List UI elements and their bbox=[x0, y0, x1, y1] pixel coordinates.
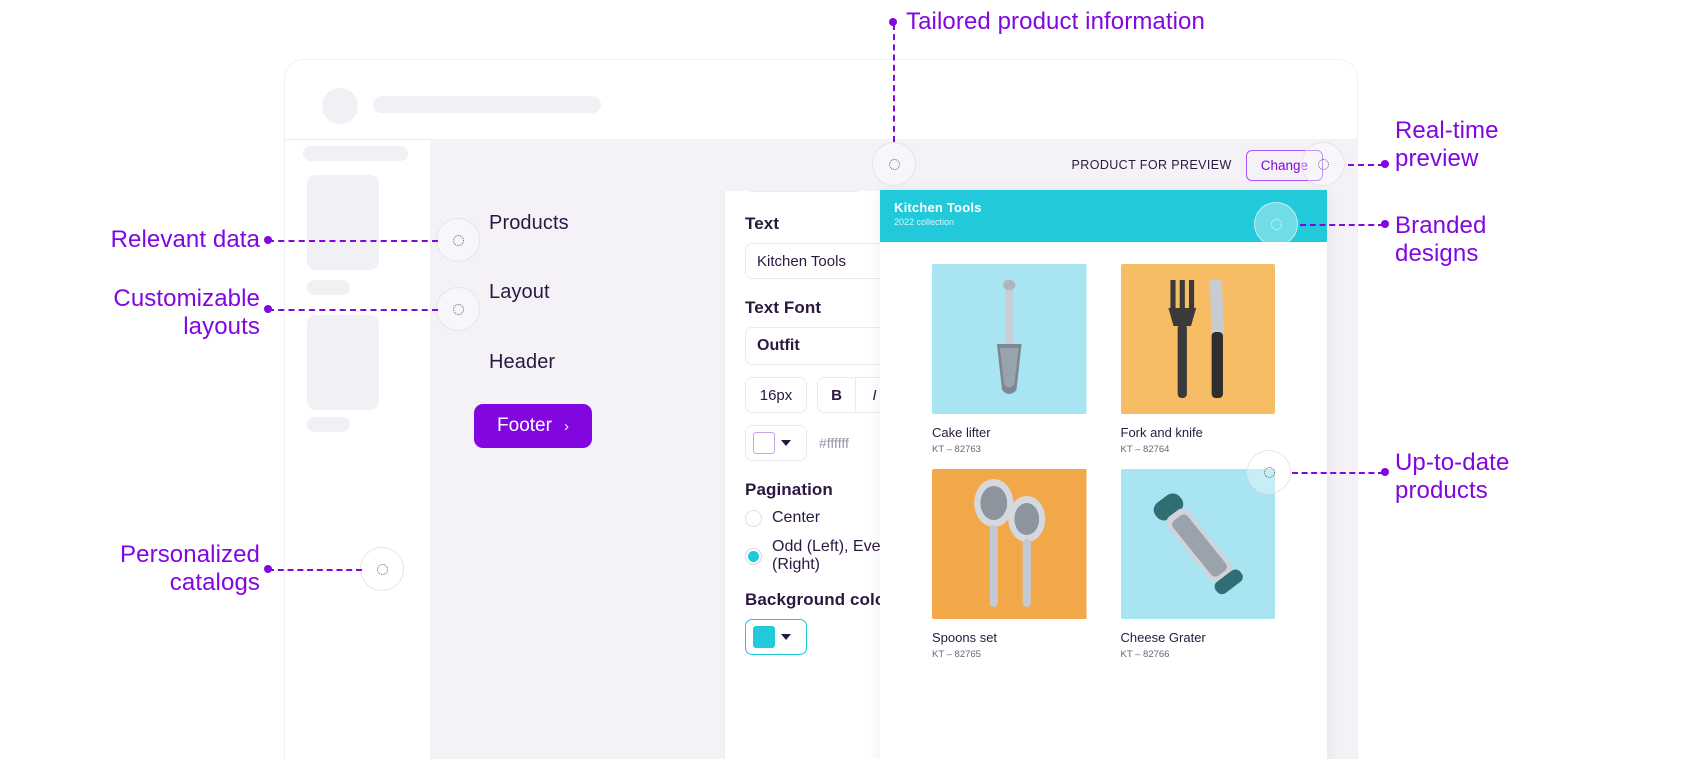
annotation-tailored-product-information: Tailored product information bbox=[906, 8, 1205, 35]
product-card[interactable]: Cheese Grater KT – 82766 bbox=[1120, 469, 1275, 660]
product-image-spoons-set bbox=[932, 469, 1087, 619]
connector-line-branded bbox=[1300, 224, 1384, 226]
annotation-customizable-layouts: Customizable layouts bbox=[113, 285, 260, 341]
font-select-value: Outfit bbox=[757, 337, 800, 354]
rail-placeholder-4 bbox=[307, 315, 379, 410]
left-rail bbox=[285, 140, 431, 759]
background-color-picker[interactable] bbox=[745, 619, 807, 655]
connector-dot-relevant bbox=[264, 236, 272, 244]
product-for-preview-label: PRODUCT FOR PREVIEW bbox=[1071, 158, 1232, 172]
avatar bbox=[322, 88, 358, 124]
product-image-cake-lifter bbox=[932, 264, 1087, 414]
nav-item-products[interactable]: Products bbox=[489, 212, 569, 235]
rail-placeholder-1 bbox=[303, 146, 408, 161]
hotspot-personalized-catalogs[interactable] bbox=[360, 547, 404, 591]
color-swatch bbox=[753, 432, 775, 454]
rail-placeholder-3 bbox=[307, 280, 350, 295]
radio-selected-icon bbox=[745, 547, 762, 565]
connector-line-uptodate bbox=[1292, 472, 1384, 474]
italic-icon: I bbox=[872, 386, 877, 404]
chevron-down-icon bbox=[781, 634, 791, 640]
chevron-right-icon: › bbox=[563, 417, 569, 435]
chevron-down-icon bbox=[781, 440, 791, 446]
connector-line-relevant bbox=[268, 240, 438, 242]
rail-placeholder-5 bbox=[307, 417, 350, 432]
connector-line-realtime bbox=[1348, 164, 1384, 166]
radio-icon bbox=[745, 509, 762, 527]
pagination-option-center-label: Center bbox=[772, 509, 821, 526]
product-card[interactable]: Cake lifter KT – 82763 bbox=[932, 264, 1087, 455]
color-hex-value: #ffffff bbox=[819, 435, 849, 451]
product-name: Cake lifter bbox=[932, 425, 991, 440]
connector-dot-personalized bbox=[264, 565, 272, 573]
product-card[interactable]: Fork and knife KT – 82764 bbox=[1120, 264, 1275, 455]
background-color-swatch bbox=[753, 626, 775, 648]
footer-button[interactable]: Footer › bbox=[474, 404, 592, 448]
connector-line-tailored bbox=[893, 24, 895, 142]
product-image-fork-and-knife bbox=[1120, 264, 1275, 414]
font-size-input[interactable]: 16px bbox=[745, 377, 807, 413]
color-picker-button[interactable] bbox=[745, 425, 807, 461]
product-image-cheese-grater bbox=[1120, 469, 1275, 619]
connector-dot-realtime bbox=[1381, 160, 1389, 168]
hotspot-real-time-preview[interactable] bbox=[1301, 142, 1345, 186]
bold-icon: B bbox=[831, 386, 842, 404]
product-sku: KT – 82765 bbox=[932, 649, 981, 660]
product-card[interactable]: Spoons set KT – 82765 bbox=[932, 469, 1087, 660]
product-name: Fork and knife bbox=[1120, 425, 1203, 440]
hotspot-branded-designs[interactable] bbox=[1254, 202, 1298, 246]
connector-dot-branded bbox=[1381, 220, 1389, 228]
product-sku: KT – 82763 bbox=[932, 444, 981, 455]
preview-banner-title: Kitchen Tools bbox=[894, 200, 982, 215]
connector-dot-tailored bbox=[889, 18, 897, 26]
connector-dot-customizable bbox=[264, 305, 272, 313]
rail-placeholder-2 bbox=[307, 175, 379, 270]
bold-button[interactable]: B bbox=[818, 378, 856, 412]
nav-item-header[interactable]: Header bbox=[489, 351, 555, 374]
annotation-up-to-date-products: Up-to-date products bbox=[1395, 449, 1510, 505]
preview-banner-subtitle: 2022 collection bbox=[894, 217, 955, 227]
product-name: Cheese Grater bbox=[1120, 630, 1206, 645]
hotspot-customizable-layouts[interactable] bbox=[436, 287, 480, 331]
hotspot-tailored-product-information[interactable] bbox=[872, 142, 916, 186]
app-topbar bbox=[285, 60, 1357, 140]
product-sku: KT – 82766 bbox=[1120, 649, 1170, 660]
connector-dot-uptodate bbox=[1381, 468, 1389, 476]
nav-item-layout[interactable]: Layout bbox=[489, 281, 550, 304]
annotation-personalized-catalogs: Personalized catalogs bbox=[120, 541, 260, 597]
annotation-relevant-data: Relevant data bbox=[110, 226, 260, 253]
page-root: Products Layout Header Footer › Text Kit… bbox=[0, 0, 1693, 759]
footer-button-label: Footer bbox=[497, 415, 552, 436]
annotation-real-time-preview: Real-time preview bbox=[1395, 117, 1499, 173]
hotspot-up-to-date-products[interactable] bbox=[1247, 450, 1291, 494]
product-name: Spoons set bbox=[932, 630, 998, 645]
product-sku: KT – 82764 bbox=[1120, 444, 1170, 455]
annotation-branded-designs: Branded designs bbox=[1395, 212, 1487, 268]
topbar-title-placeholder bbox=[373, 96, 601, 113]
hotspot-relevant-data[interactable] bbox=[436, 218, 480, 262]
connector-line-customizable bbox=[268, 309, 438, 311]
connector-line-personalized bbox=[268, 569, 362, 571]
